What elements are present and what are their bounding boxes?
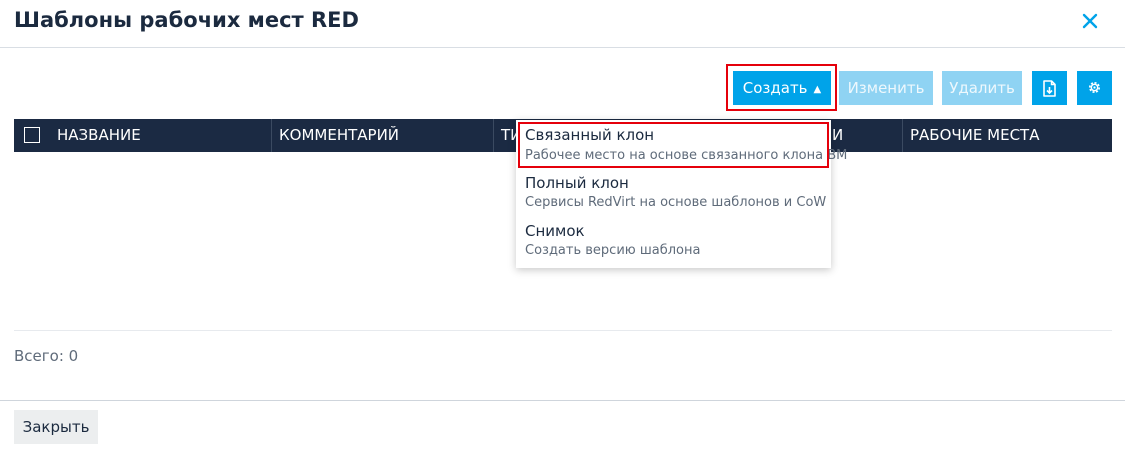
menu-item-snapshot[interactable]: Снимок Создать версию шаблона bbox=[516, 216, 831, 264]
menu-item-title: Связанный клон bbox=[525, 126, 655, 144]
close-button[interactable]: Закрыть bbox=[14, 410, 98, 444]
modal-header: Шаблоны рабочих мест RED bbox=[0, 0, 1125, 48]
column-header-name[interactable]: НАЗВАНИЕ bbox=[57, 119, 271, 152]
menu-item-description: Создать версию шаблона bbox=[525, 243, 701, 258]
create-dropdown-menu: Связанный клон Рабочее место на основе с… bbox=[516, 120, 847, 268]
total-count: Всего: 0 bbox=[14, 347, 79, 365]
menu-item-linked-clone[interactable]: Связанный клон Рабочее место на основе с… bbox=[516, 120, 847, 168]
export-icon bbox=[1043, 80, 1056, 97]
chevron-up-icon: ▲ bbox=[813, 84, 822, 95]
column-header-workstations[interactable]: РАБОЧИЕ МЕСТА bbox=[902, 119, 1112, 152]
column-header-comment[interactable]: КОММЕНТАРИЙ bbox=[271, 119, 493, 152]
delete-button[interactable]: Удалить bbox=[942, 71, 1022, 105]
settings-button[interactable] bbox=[1077, 71, 1112, 105]
menu-item-title: Снимок bbox=[525, 222, 585, 240]
create-button-label: Создать bbox=[742, 79, 808, 97]
table-footer bbox=[14, 330, 1112, 384]
menu-item-full-clone[interactable]: Полный клон Сервисы RedVirt на основе ша… bbox=[516, 168, 831, 216]
footer-divider bbox=[0, 400, 1125, 401]
export-button[interactable] bbox=[1032, 71, 1067, 105]
create-button[interactable]: Создать ▲ bbox=[733, 71, 831, 105]
edit-button[interactable]: Изменить bbox=[839, 71, 933, 105]
gear-icon bbox=[1088, 81, 1101, 94]
menu-item-description: Рабочее место на основе связанного клона… bbox=[525, 148, 848, 163]
menu-item-title: Полный клон bbox=[525, 174, 629, 192]
menu-item-description: Сервисы RedVirt на основе шаблонов и CoW bbox=[525, 195, 827, 210]
select-all-checkbox[interactable] bbox=[24, 127, 40, 143]
modal-title: Шаблоны рабочих мест RED bbox=[14, 8, 359, 32]
close-icon[interactable] bbox=[1078, 9, 1102, 33]
